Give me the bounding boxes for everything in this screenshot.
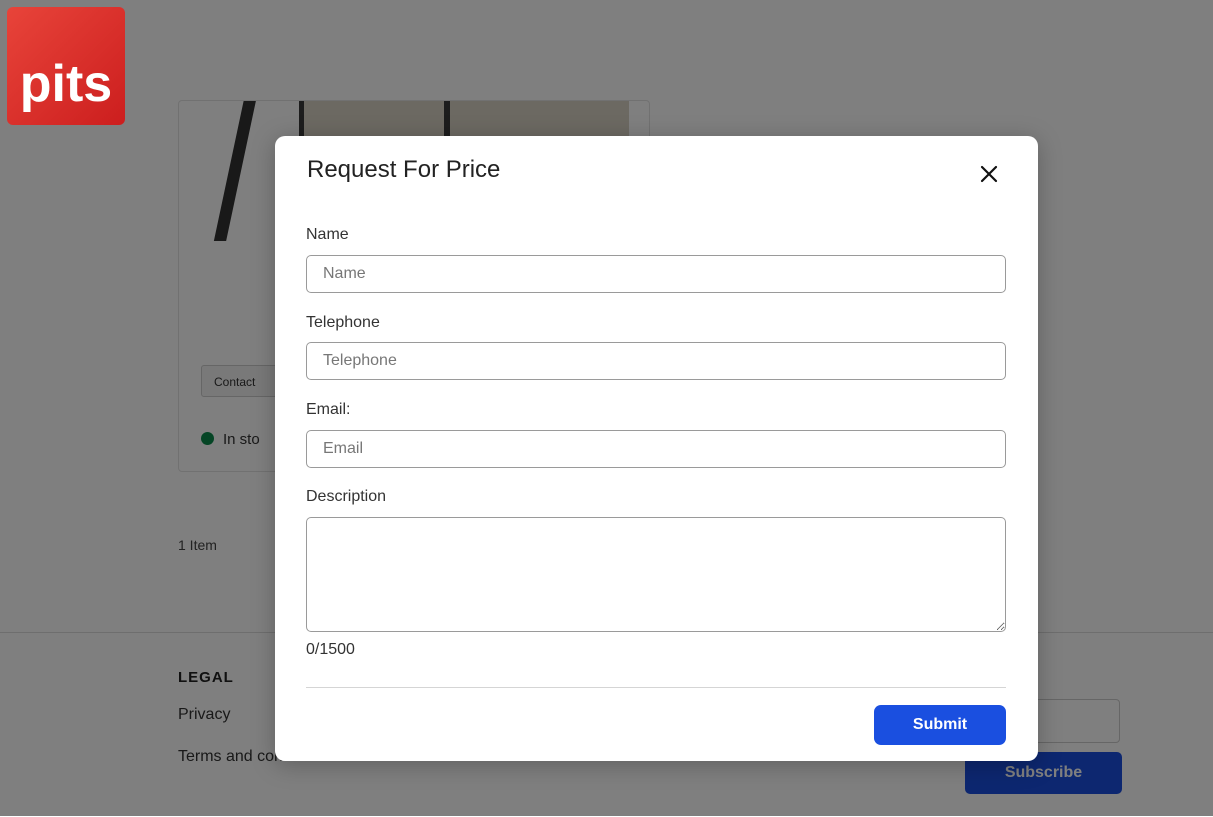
close-icon[interactable] — [975, 160, 1003, 188]
description-label: Description — [306, 488, 387, 505]
email-label: Email: — [306, 401, 351, 418]
name-label: Name — [306, 226, 349, 243]
modal-title: Request For Price — [307, 156, 501, 183]
request-price-modal: Request For Price Name Telephone Email: … — [275, 136, 1038, 761]
modal-divider — [306, 687, 1006, 688]
pits-logo[interactable]: pits — [7, 7, 125, 125]
telephone-label: Telephone — [306, 314, 380, 331]
telephone-input[interactable] — [306, 342, 1006, 380]
name-input[interactable] — [306, 255, 1006, 293]
char-counter: 0/1500 — [306, 641, 355, 658]
submit-button[interactable]: Submit — [874, 705, 1006, 745]
email-input[interactable] — [306, 430, 1006, 468]
description-textarea[interactable] — [306, 517, 1006, 632]
